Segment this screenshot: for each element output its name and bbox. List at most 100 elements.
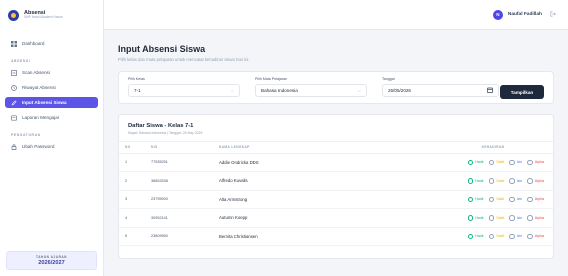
sidebar-item-label: Riwayat Absensi bbox=[22, 85, 56, 90]
nav-section-absensi: ABSENSI bbox=[11, 59, 31, 63]
radio-alpha[interactable]: Alpha bbox=[527, 196, 544, 202]
radio-circle[interactable] bbox=[467, 233, 474, 239]
school-logo-icon bbox=[8, 9, 19, 21]
radio-izin[interactable]: Izin bbox=[509, 159, 522, 165]
table-row: 5 23809950 Bernita Christiansen Hadir Sakit I… bbox=[119, 227, 553, 246]
user-name[interactable]: Naufal Fadillah bbox=[508, 12, 542, 17]
radio-circle[interactable] bbox=[509, 215, 515, 221]
radio-circle[interactable] bbox=[527, 233, 533, 239]
radio-izin[interactable]: Izin bbox=[509, 196, 522, 202]
report-icon bbox=[11, 114, 17, 121]
radio-circle[interactable] bbox=[509, 178, 515, 184]
sidebar-item-input-absensi-siswa[interactable]: Input Absensi Siswa bbox=[5, 97, 98, 108]
radio-circle[interactable] bbox=[488, 178, 495, 184]
sidebar-item-laporan-mengajar[interactable]: Laporan Mengajar bbox=[5, 112, 98, 123]
cell-nama: Alfredo Kuvalis bbox=[213, 171, 433, 191]
cell-no: 3 bbox=[119, 190, 145, 209]
nav-section-pengaturan: PENGATURAN bbox=[11, 133, 41, 137]
kelas-select[interactable]: 7-1 ⌵ bbox=[128, 84, 240, 97]
radio-alpha[interactable]: Alpha bbox=[527, 159, 544, 165]
attendance-radio-group: Hadir Sakit Izin Alpha bbox=[439, 159, 547, 165]
sidebar-item-label: Laporan Mengajar bbox=[22, 115, 60, 120]
attendance-radio-group: Hadir Sakit Izin Alpha bbox=[439, 215, 547, 221]
radio-circle[interactable] bbox=[527, 196, 533, 202]
radio-izin[interactable]: Izin bbox=[509, 233, 523, 239]
cell-nama: Bernita Christiansen bbox=[213, 227, 433, 246]
brand-subtitle: SMP Insan Akademi Harum bbox=[24, 15, 64, 20]
mapel-value: Bahasa Indonesia bbox=[261, 88, 298, 93]
sidebar-item-scan-absensi[interactable]: Scan Absensi bbox=[5, 67, 98, 78]
radio-sakit[interactable]: Sakit bbox=[488, 215, 504, 221]
radio-circle[interactable] bbox=[488, 159, 495, 165]
cell-nis: 77535251 bbox=[145, 153, 213, 172]
radio-circle[interactable] bbox=[467, 215, 474, 221]
radio-label: Hadir bbox=[475, 178, 484, 183]
tanggal-label: Tanggal bbox=[382, 77, 395, 81]
mapel-select[interactable]: Bahasa Indonesia ⌵ bbox=[255, 84, 367, 97]
sidebar-item-riwayat-absensi[interactable]: Riwayat Absensi bbox=[5, 82, 98, 93]
logout-icon[interactable] bbox=[550, 11, 556, 19]
history-icon bbox=[11, 84, 17, 91]
radio-label: Alpha bbox=[534, 215, 544, 220]
radio-sakit[interactable]: Sakit bbox=[488, 159, 505, 165]
radio-hadir[interactable]: Hadir bbox=[467, 196, 484, 202]
sidebar-item-ubah-password[interactable]: Ubah Password bbox=[5, 141, 98, 152]
radio-hadir[interactable]: Hadir bbox=[467, 215, 484, 221]
page-subtitle: Pilih kelas dan mata pelajaran untuk men… bbox=[118, 57, 250, 62]
student-list-card: Daftar Siswa - Kelas 7-1 Mapel: Bahasa I… bbox=[118, 114, 554, 259]
radio-izin[interactable]: Izin bbox=[509, 215, 522, 221]
tanggal-input[interactable]: 26/05/2026 bbox=[382, 84, 499, 97]
radio-hadir[interactable]: Hadir bbox=[467, 233, 484, 239]
sidebar: Absensi SMP Insan Akademi Harum Dashboar… bbox=[0, 0, 104, 276]
radio-label: Sakit bbox=[496, 178, 505, 183]
radio-circle[interactable] bbox=[509, 159, 515, 165]
cell-kehadiran: Hadir Sakit Izin Alpha bbox=[433, 153, 553, 172]
radio-circle[interactable] bbox=[509, 196, 515, 202]
calendar-icon[interactable] bbox=[487, 87, 493, 95]
radio-circle[interactable] bbox=[488, 196, 495, 202]
sidebar-item-dashboard[interactable]: Dashboard bbox=[5, 38, 98, 49]
radio-label: Alpha bbox=[534, 197, 544, 202]
radio-label: Hadir bbox=[475, 215, 484, 220]
radio-circle[interactable] bbox=[527, 215, 533, 221]
brand: Absensi SMP Insan Akademi Harum bbox=[0, 0, 103, 30]
radio-alpha[interactable]: Alpha bbox=[527, 178, 544, 184]
radio-sakit[interactable]: Sakit bbox=[488, 178, 505, 184]
radio-label: Izin bbox=[516, 234, 523, 239]
attendance-radio-group: Hadir Sakit Izin Alpha bbox=[439, 178, 547, 184]
show-button[interactable]: Tampilkan bbox=[500, 85, 544, 99]
mapel-label: Pilih Mata Pelajaran bbox=[255, 77, 287, 81]
cell-no: 4 bbox=[119, 208, 145, 228]
radio-circle[interactable] bbox=[467, 159, 474, 165]
radio-sakit[interactable]: Sakit bbox=[488, 233, 504, 239]
grid-icon bbox=[11, 40, 17, 47]
cell-nama: Alta Armstrong bbox=[213, 190, 433, 209]
radio-circle[interactable] bbox=[509, 233, 515, 239]
radio-circle[interactable] bbox=[527, 178, 533, 184]
radio-hadir[interactable]: Hadir bbox=[467, 159, 484, 165]
sidebar-item-label: Dashboard bbox=[22, 41, 45, 46]
radio-circle[interactable] bbox=[467, 178, 474, 184]
lock-icon bbox=[11, 143, 17, 150]
radio-alpha[interactable]: Alpha bbox=[527, 215, 544, 221]
radio-label: Alpha bbox=[534, 178, 544, 183]
avatar[interactable]: N bbox=[492, 9, 503, 20]
academic-year-value: 2026/2027 bbox=[38, 260, 65, 266]
radio-circle[interactable] bbox=[488, 215, 495, 221]
radio-alpha[interactable]: Alpha bbox=[527, 233, 544, 239]
radio-hadir[interactable]: Hadir bbox=[467, 178, 484, 184]
attendance-radio-group: Hadir Sakit Izin Alpha bbox=[439, 233, 547, 239]
filter-card: Pilih Kelas 7-1 ⌵ Pilih Mata Pelajaran B… bbox=[118, 71, 554, 104]
list-subtitle: Mapel: Bahasa Indonesia | Tanggal: 26 Ma… bbox=[128, 131, 203, 135]
radio-circle[interactable] bbox=[527, 159, 533, 165]
radio-label: Alpha bbox=[534, 234, 544, 239]
page-title: Input Absensi Siswa bbox=[118, 44, 206, 54]
radio-circle[interactable] bbox=[467, 196, 474, 202]
attendance-radio-group: Hadir Sakit Izin Alpha bbox=[439, 196, 547, 202]
radio-sakit[interactable]: Sakit bbox=[488, 196, 504, 202]
table-row: 2 38653338 Alfredo Kuvalis Hadir Sakit Izin Al… bbox=[119, 171, 553, 191]
radio-label: Sakit bbox=[496, 160, 505, 165]
radio-izin[interactable]: Izin bbox=[509, 178, 522, 184]
radio-circle[interactable] bbox=[488, 233, 495, 239]
kelas-label: Pilih Kelas bbox=[128, 77, 145, 81]
